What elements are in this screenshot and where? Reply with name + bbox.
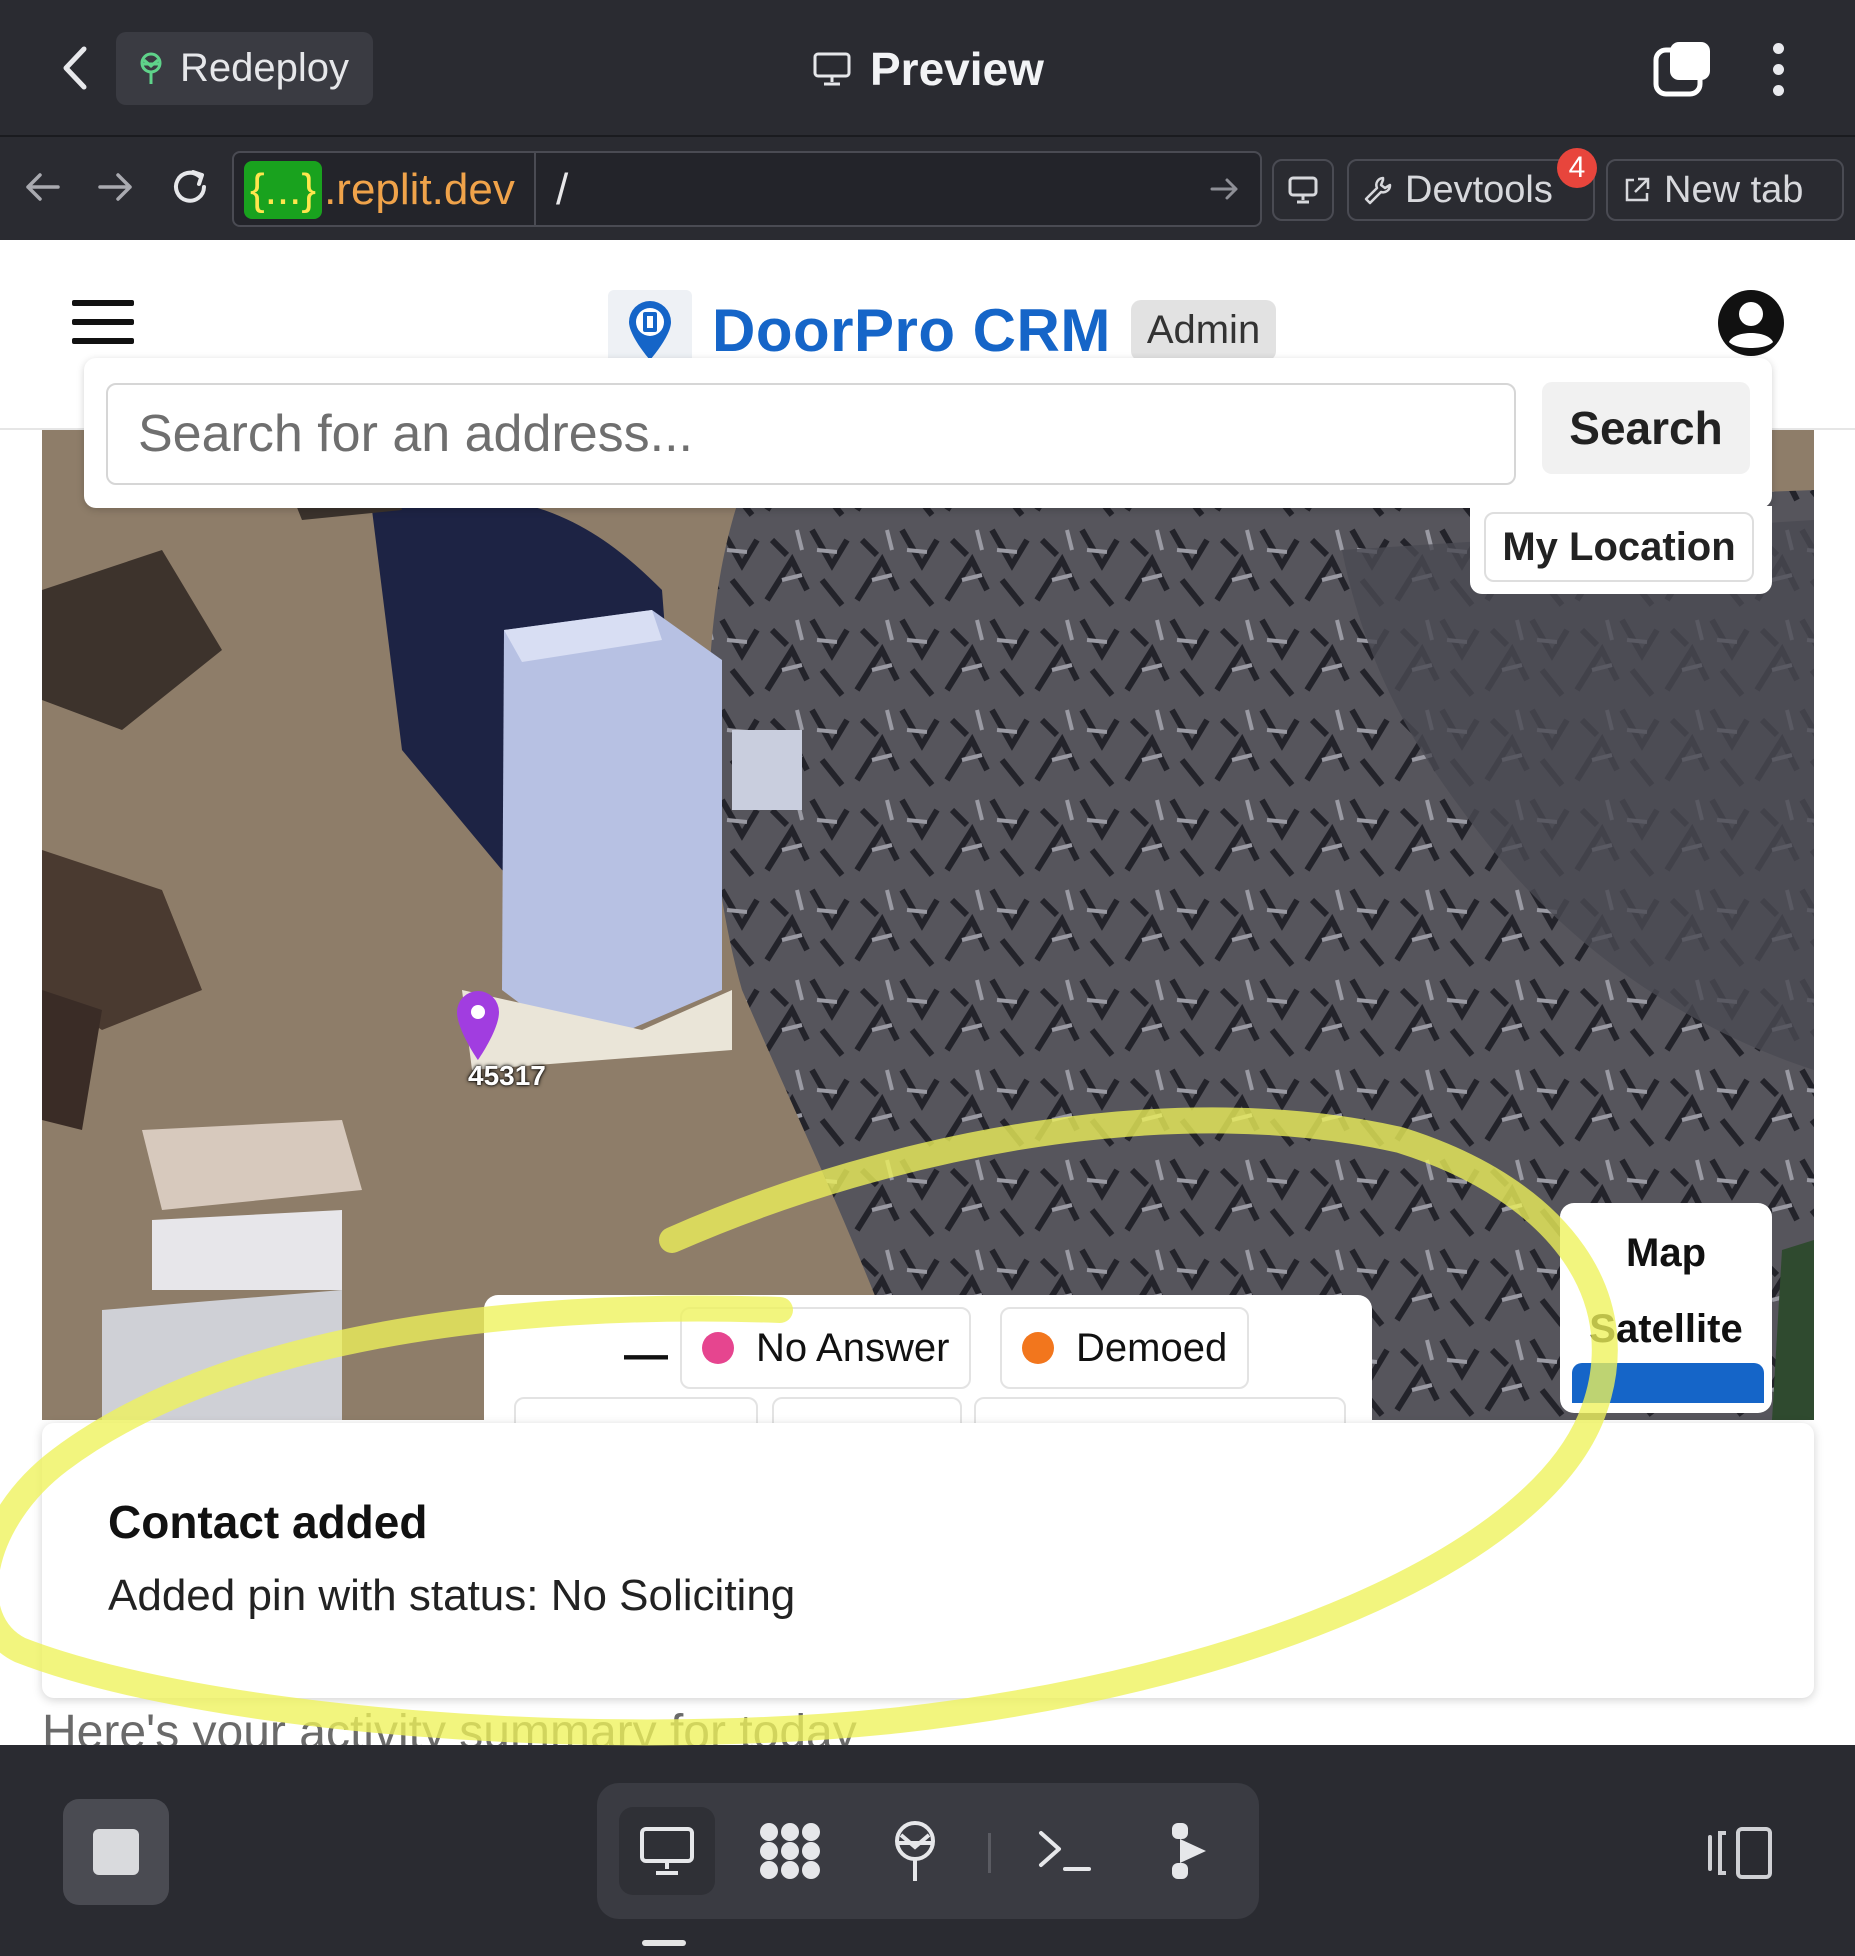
redeploy-button[interactable]: Redeploy [116,32,374,105]
user-circle-icon [1718,290,1784,356]
tool-divider [988,1833,991,1873]
side-panel-button[interactable] [1704,1823,1776,1883]
status-chip-label: No Answer [756,1325,950,1370]
map-type-control: Map Satellite [1560,1203,1772,1413]
more-options-button[interactable] [1760,38,1796,100]
status-chip-label: Demoed [1076,1325,1228,1370]
my-location-button[interactable]: My Location [1484,512,1754,582]
url-host: {...} .replit.dev [244,161,515,219]
preview-title-text: Preview [870,43,1044,95]
chevron-left-icon [63,46,87,90]
tabs-button[interactable] [1650,38,1716,100]
toast-message: Added pin with status: No Soliciting [108,1571,796,1620]
top-app-bar: Redeploy Preview [0,0,1855,135]
tool-workspace[interactable] [742,1807,838,1895]
menu-bar-icon [72,319,134,325]
arrow-right-icon [98,173,132,201]
devtools-label: Devtools [1405,168,1553,211]
status-chip-demoed[interactable]: Demoed [1000,1307,1250,1389]
tool-deploy[interactable] [867,1807,963,1895]
go-arrow-icon[interactable] [1206,171,1242,207]
account-button[interactable] [1716,288,1786,358]
collapse-legend-button[interactable]: — [616,1325,676,1385]
monitor-icon [813,52,851,86]
url-separator [534,153,536,227]
deploy-icon [895,1821,935,1881]
address-search-input[interactable] [106,383,1516,485]
status-dot-icon [702,1332,734,1364]
monitor-icon [1288,176,1318,204]
reload-icon [174,170,206,203]
grid-blob-icon [760,1823,820,1879]
deploy-icon [140,52,162,84]
bottom-toolbar [0,1745,1855,1956]
menu-button[interactable] [72,300,134,344]
terminal-icon [1039,1831,1091,1871]
more-dot-icon [1772,42,1784,54]
menu-bar-icon [72,338,134,344]
stop-icon [93,1829,139,1875]
map-pin-icon[interactable] [454,990,502,1062]
devtools-error-badge: 4 [1557,148,1597,188]
device-preview-button[interactable] [1272,159,1334,221]
url-host-chip: {...} [244,161,323,219]
monitor-icon [640,1827,694,1875]
admin-role-chip: Admin [1130,299,1277,361]
activity-subtitle: Here's your activity summary for today [42,1706,857,1745]
my-location-panel: My Location [1470,506,1772,594]
url-field[interactable]: {...} .replit.dev / [232,151,1262,227]
tool-switcher [597,1783,1259,1919]
tool-shell[interactable] [1017,1807,1113,1895]
stop-button[interactable] [63,1799,169,1905]
tool-agent[interactable] [1143,1807,1239,1895]
menu-bar-icon [72,300,134,306]
status-chip-no-answer[interactable]: No Answer [680,1307,972,1389]
map-type-map-option[interactable]: Map [1560,1231,1772,1276]
map-pin-label: 45317 [468,1060,546,1091]
external-link-icon [1625,177,1650,202]
wrench-icon [1364,176,1392,205]
home-indicator [642,1940,686,1946]
back-button[interactable] [40,35,110,101]
search-button[interactable]: Search [1542,382,1750,474]
new-tab-button[interactable]: New tab [1606,159,1844,221]
url-host-domain: .replit.dev [324,165,515,214]
status-dot-icon [1022,1332,1054,1364]
redeploy-label: Redeploy [180,46,350,90]
tabs-icon [1653,42,1710,97]
new-tab-label: New tab [1664,168,1804,211]
tool-preview[interactable] [619,1807,715,1895]
reload-button[interactable] [162,159,218,215]
map-type-selected-indicator [1572,1363,1764,1403]
search-panel: Search [84,358,1772,508]
toast-notification[interactable]: Contact added Added pin with status: No … [42,1423,1814,1698]
brand-name: DoorPro CRM [712,296,1111,364]
more-dot-icon [1772,84,1784,96]
more-dot-icon [1772,63,1784,75]
arrow-left-icon [26,173,60,201]
toast-title: Contact added [108,1496,428,1548]
agent-icon [1172,1823,1206,1879]
side-panel-icon [1708,1827,1772,1879]
browser-back-button[interactable] [14,159,70,215]
url-path[interactable]: / [556,159,568,221]
map-type-satellite-option[interactable]: Satellite [1560,1307,1772,1352]
browser-forward-button[interactable] [88,159,144,215]
preview-title: Preview [812,36,1044,102]
